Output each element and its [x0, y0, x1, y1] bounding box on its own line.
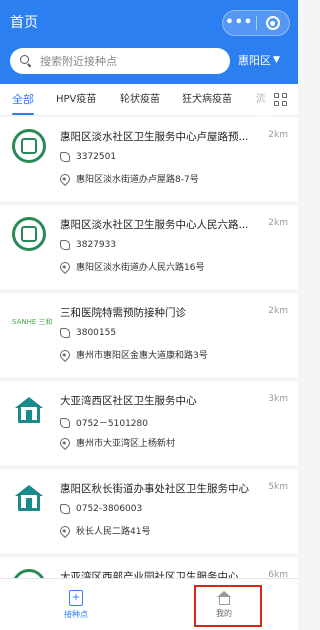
highlight-annotation-box: [194, 585, 262, 627]
site-address: 惠阳区淡水街道办人民六路16号: [76, 263, 205, 273]
grid-icon[interactable]: [274, 93, 288, 107]
site-distance: 6km: [268, 570, 288, 578]
vaccination-site-list: 惠阳区淡水社区卫生服务中心卢屋路预... 2km 3372501 惠阳区淡水街道…: [0, 117, 298, 578]
phone-icon: [60, 417, 70, 428]
hospital-logo-icon: SANHE 三和: [12, 318, 53, 326]
site-phone: 3827933: [76, 240, 117, 250]
site-phone: 0752－5101280: [76, 419, 148, 429]
header-bar: 首页 ••• 搜索附近接种点 惠阳区 ▼: [0, 0, 298, 84]
location-pin-icon: [57, 171, 73, 186]
search-icon: [20, 55, 32, 68]
phone-icon: [60, 328, 70, 338]
tab-rabies[interactable]: 狂犬病疫苗: [182, 84, 232, 116]
site-distance: 2km: [268, 218, 288, 228]
address-row: 惠州市惠阳区金惠大道康和路3号: [57, 347, 208, 362]
phone-row[interactable]: 0752－5101280: [60, 416, 148, 429]
site-distance: 2km: [268, 130, 288, 140]
site-name: 惠阳区淡水社区卫生服务中心人民六路...: [60, 219, 249, 231]
site-name: 惠阳区秋长街道办事处社区卫生服务中心: [60, 483, 249, 495]
site-phone: 3372501: [76, 152, 117, 162]
list-item[interactable]: 大亚湾区西部产业园社区卫生服务中心 6km 0752-5595071: [0, 557, 298, 578]
address-row: 惠阳区淡水街道办人民六路16号: [57, 259, 205, 274]
phone-icon: [60, 152, 70, 162]
list-item[interactable]: 惠阳区淡水社区卫生服务中心卢屋路预... 2km 3372501 惠阳区淡水街道…: [0, 117, 298, 201]
tab-rotavirus[interactable]: 轮状疫苗: [120, 84, 160, 116]
vaccine-icon: [69, 590, 83, 606]
address-row: 秋长人民二路41号: [57, 523, 151, 538]
phone-icon: [60, 240, 70, 250]
site-address: 秋长人民二路41号: [76, 527, 151, 537]
site-name: 大亚湾西区社区卫生服务中心: [60, 395, 197, 407]
location-pin-icon: [57, 523, 73, 538]
location-pin-icon: [57, 259, 73, 274]
hospital-logo-icon: [12, 129, 46, 163]
site-distance: 3km: [268, 394, 288, 404]
phone-row[interactable]: 3372501: [60, 152, 116, 162]
hospital-logo-icon: [12, 393, 46, 427]
site-phone: 0752-3806003: [76, 504, 143, 514]
site-address: 惠州市大亚湾区上杨新村: [76, 439, 176, 449]
phone-row[interactable]: 3800155: [60, 328, 116, 338]
caret-down-icon: ▼: [273, 55, 280, 65]
close-mini-program-button[interactable]: [256, 16, 289, 30]
site-address: 惠州市惠阳区金惠大道康和路3号: [76, 351, 208, 361]
tab-hpv[interactable]: HPV疫苗: [56, 84, 96, 116]
location-pin-icon: [57, 435, 73, 450]
site-name: 三和医院特需预防接种门诊: [60, 307, 186, 319]
site-phone: 3800155: [76, 328, 117, 338]
site-distance: 5km: [268, 482, 288, 492]
mini-program-capsule: •••: [222, 10, 290, 36]
site-distance: 2km: [268, 306, 288, 316]
address-row: 惠阳区淡水街道办卢屋路8-7号: [57, 171, 199, 186]
list-item[interactable]: 惠阳区秋长街道办事处社区卫生服务中心 5km 0752-3806003 秋长人民…: [0, 469, 298, 553]
tab-fade: [246, 84, 270, 116]
phone-row[interactable]: 3827933: [60, 240, 116, 250]
active-tab-indicator: [12, 113, 34, 115]
hospital-logo-icon: [12, 569, 46, 578]
address-row: 惠州市大亚湾区上杨新村: [57, 435, 176, 450]
more-menu-button[interactable]: •••: [223, 11, 256, 35]
site-name: 大亚湾区西部产业园社区卫生服务中心: [60, 571, 239, 578]
location-pin-icon: [57, 347, 73, 362]
list-item[interactable]: 大亚湾西区社区卫生服务中心 3km 0752－5101280 惠州市大亚湾区上杨…: [0, 381, 298, 465]
site-address: 惠阳区淡水街道办卢屋路8-7号: [76, 175, 199, 185]
hospital-logo-icon: [12, 481, 46, 515]
phone-row[interactable]: 0752-3806003: [60, 504, 142, 514]
district-label: 惠阳区: [238, 54, 271, 67]
search-bar[interactable]: 搜索附近接种点: [10, 48, 230, 74]
search-placeholder: 搜索附近接种点: [40, 55, 117, 68]
tab-all[interactable]: 全部: [12, 84, 34, 116]
vaccine-tabs: 全部 HPV疫苗 轮状疫苗 狂犬病疫苗 流: [0, 84, 298, 116]
list-item[interactable]: SANHE 三和 三和医院特需预防接种门诊 2km 3800155 惠州市惠阳区…: [0, 293, 298, 377]
district-selector[interactable]: 惠阳区 ▼: [238, 52, 280, 68]
page-title: 首页: [10, 15, 38, 31]
hospital-logo-icon: [12, 217, 46, 251]
list-item[interactable]: 惠阳区淡水社区卫生服务中心人民六路... 2km 3827933 惠阳区淡水街道…: [0, 205, 298, 289]
phone-icon: [60, 504, 70, 514]
tab-vaccination-sites[interactable]: 接种点: [56, 579, 96, 630]
site-name: 惠阳区淡水社区卫生服务中心卢屋路预...: [60, 131, 249, 143]
target-icon: [265, 16, 280, 30]
tab-vaccination-sites-label: 接种点: [64, 610, 88, 619]
